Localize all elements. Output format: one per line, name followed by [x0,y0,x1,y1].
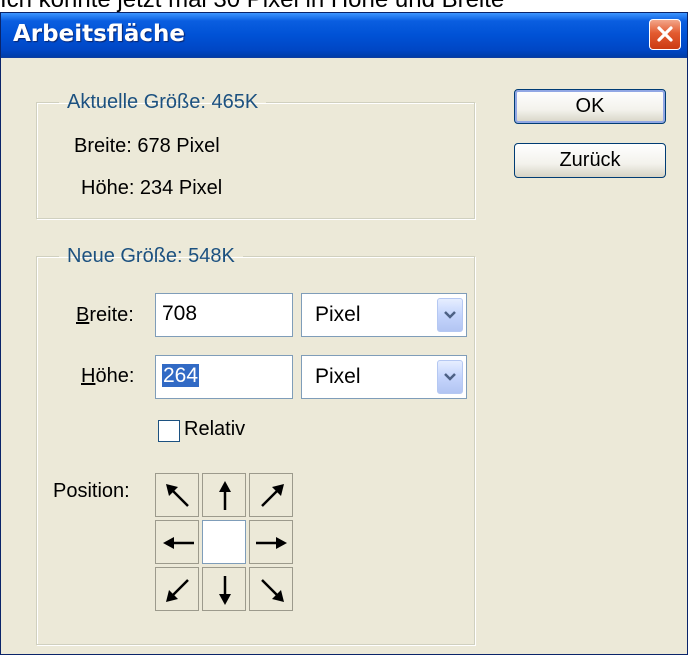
anchor-middle-left[interactable] [155,520,199,564]
width-unit-value: Pixel [315,303,361,326]
height-label-rest: öhe: [95,365,135,387]
height-unit-select[interactable]: Pixel [301,355,467,399]
ok-button[interactable]: OK [514,89,666,124]
width-unit-select[interactable]: Pixel [301,293,467,337]
background-caption-text: Ich könnte jetzt mal 30 Pixel in Höhe un… [0,0,690,12]
arrow-left-icon [163,537,194,549]
new-height-input[interactable]: 264 [155,355,293,399]
new-width-input[interactable]: 708 [155,293,293,337]
arrow-up-left-icon [166,484,189,507]
arrow-down-left-icon [166,579,189,602]
relative-checkbox[interactable] [158,420,180,442]
height-unit-value: Pixel [315,365,361,388]
chevron-down-icon [444,373,456,381]
height-mnemonic: H [81,365,96,387]
width-mnemonic: B [76,304,90,326]
anchor-bottom-right[interactable] [249,567,293,611]
anchor-top-left[interactable] [155,473,199,517]
anchor-top-right[interactable] [249,473,293,517]
current-size-legend: Aktuelle Größe: 465K [67,91,259,113]
anchor-center[interactable] [202,520,246,564]
new-height-value: 264 [162,364,200,387]
arrow-up-icon [219,481,231,510]
chevron-down-icon [444,311,456,319]
anchor-middle-right[interactable] [249,520,293,564]
close-button[interactable] [649,19,681,50]
width-unit-dropdown-button[interactable] [437,298,463,332]
arrow-down-icon [219,576,231,605]
current-width-text: Breite: 678 Pixel [74,135,220,157]
position-label: Position: [53,480,130,502]
new-width-value: 708 [162,302,198,325]
new-width-label: Breite: [76,304,134,327]
height-unit-dropdown-button[interactable] [437,360,463,394]
anchor-top-center[interactable] [202,473,246,517]
width-label-rest: reite: [89,304,134,326]
relative-label[interactable]: Relativ [184,418,245,441]
new-height-label: Höhe: [81,365,134,388]
anchor-bottom-center[interactable] [202,567,246,611]
close-x-icon [657,26,673,42]
new-size-legend: Neue Größe: 548K [67,245,235,267]
arrow-right-icon [256,537,287,549]
arrow-up-right-icon [261,484,284,507]
anchor-bottom-left[interactable] [155,567,199,611]
title-bar[interactable]: Arbeitsfläche [1,13,687,58]
anchor-grid [155,473,293,611]
back-button[interactable]: Zurück [514,143,666,178]
current-height-text: Höhe: 234 Pixel [81,177,223,199]
arrow-down-right-icon [261,579,284,602]
dialog-title: Arbeitsfläche [13,21,185,47]
canvas-size-dialog: Arbeitsfläche Aktuelle Größe: 465K Breit… [0,12,688,655]
